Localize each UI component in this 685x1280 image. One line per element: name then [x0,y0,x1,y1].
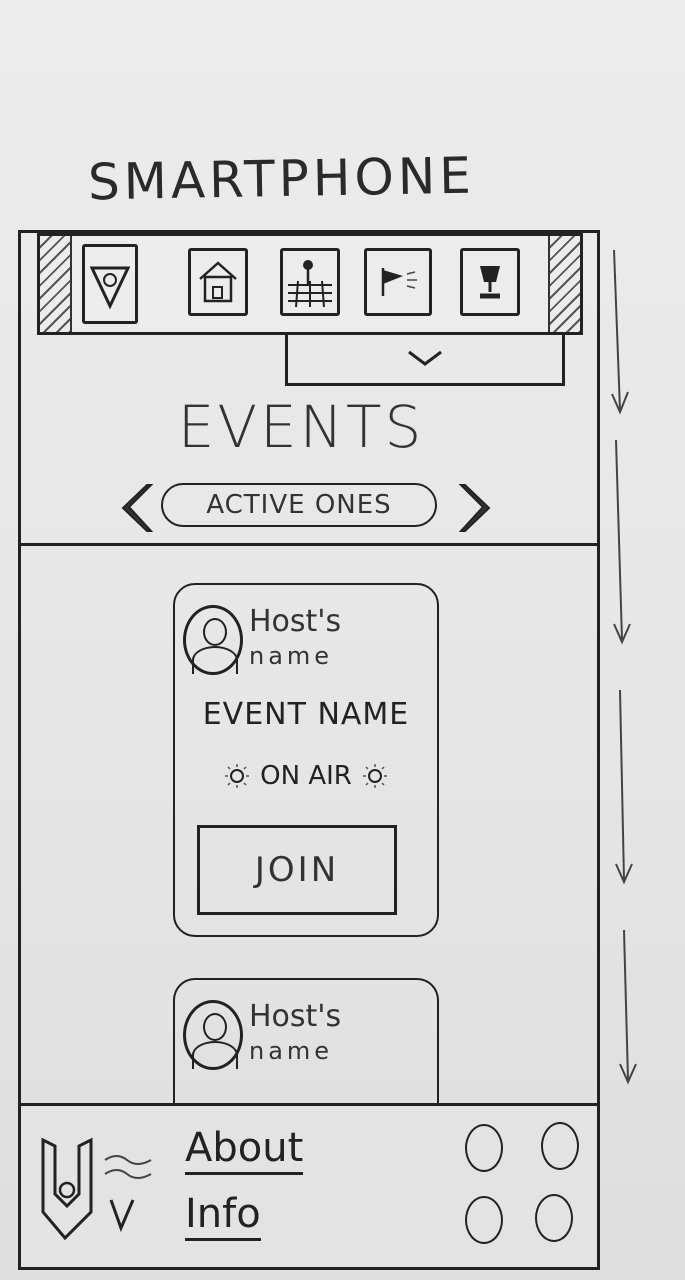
host-name: Host's name [249,607,341,671]
host-name-line2: name [249,1037,334,1065]
flag-icon[interactable] [364,248,432,316]
footer: About Info [21,1103,597,1267]
status-label: ON AIR [260,761,352,791]
host-name-line2: name [249,642,334,670]
trophy-icon[interactable] [460,248,520,316]
scroll-direction-indicator [611,249,637,1085]
sketch-heading: SMARTPHONE [87,146,476,212]
map-icon[interactable] [280,248,340,316]
host-avatar [183,605,243,675]
host-name-line1: Host's [249,604,342,639]
filter-pill[interactable]: ACTIVE ONES [161,483,437,527]
filter-prev-arrow-icon[interactable] [121,481,155,535]
event-name: EVENT NAME [202,697,410,732]
host-avatar [183,1000,243,1070]
nav-dropdown-toggle[interactable] [285,332,565,386]
phone-frame: EVENTS ACTIVE ONES Host's name EVENT NAM… [18,230,600,1270]
nav-scroll-right-hatch[interactable] [548,236,580,332]
chevron-down-icon [408,350,442,366]
paper-background: SMARTPHONE EVENTS ACTIVE ONES Host's nam… [0,0,685,1280]
host-name: Host's name [249,1002,341,1066]
host-name-line1: Host's [249,999,342,1034]
social-icon[interactable] [541,1122,579,1170]
sun-icon [225,764,250,788]
house-icon[interactable] [188,248,248,316]
about-link[interactable]: About [185,1126,304,1175]
brand-logo-icon [41,1137,152,1241]
info-link[interactable]: Info [185,1192,261,1241]
event-filter: ACTIVE ONES [121,479,501,535]
eye-triangle-icon[interactable] [82,244,138,324]
social-icon[interactable] [465,1196,503,1244]
header-divider [21,543,597,546]
nav-scroll-left-hatch[interactable] [40,236,72,332]
top-nav-bar [37,233,583,335]
on-air-status: ON AIR [175,753,437,799]
sun-icon [362,764,387,788]
social-icon[interactable] [465,1124,503,1172]
join-button[interactable]: JOIN [197,825,397,915]
event-card[interactable]: Host's name [173,978,439,1106]
event-card[interactable]: Host's name EVENT NAME ON AIR JOIN [173,583,439,937]
page-title: EVENTS [177,393,425,461]
filter-next-arrow-icon[interactable] [457,481,491,535]
social-icon[interactable] [535,1194,573,1242]
